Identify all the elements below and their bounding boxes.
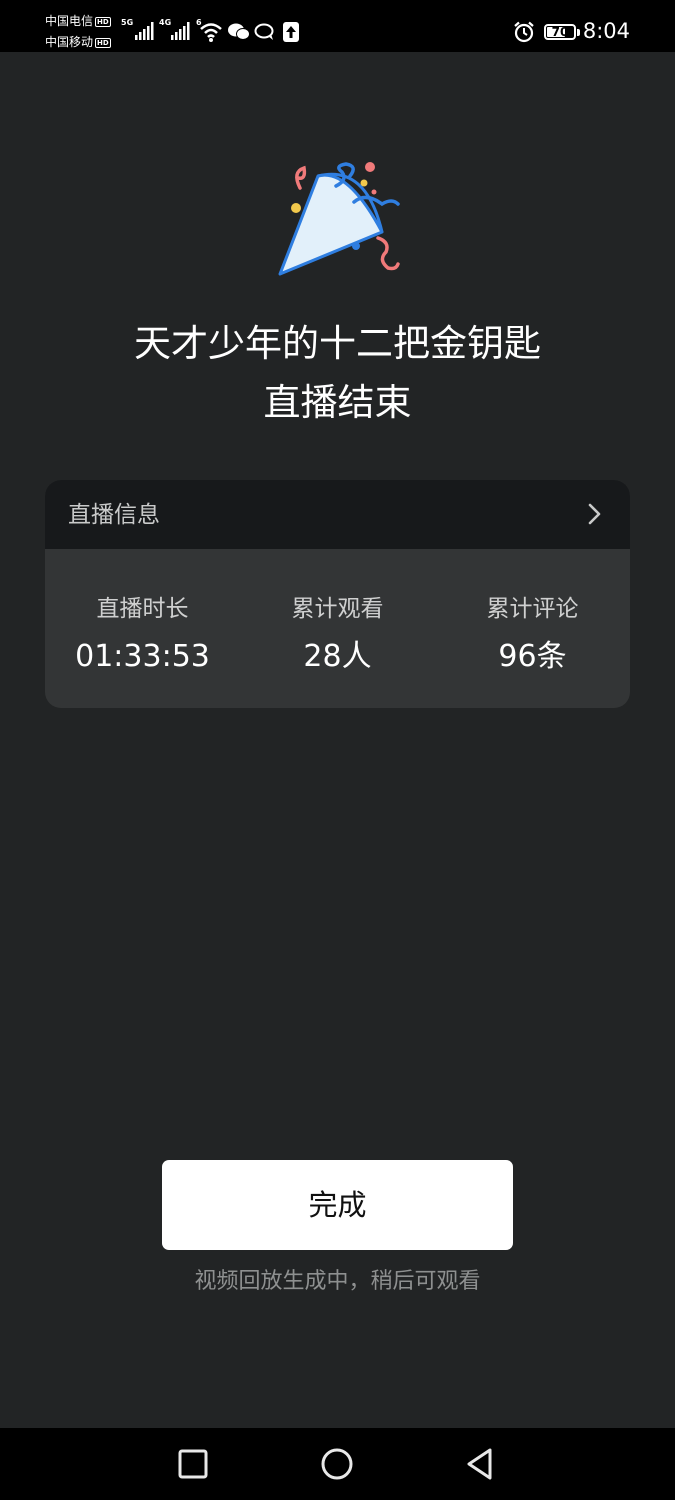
- network-type-label: 5G: [121, 18, 134, 27]
- done-button[interactable]: 完成: [162, 1160, 513, 1250]
- signal-icon: 4G: [159, 18, 195, 46]
- battery-percent: 70: [551, 25, 569, 39]
- carrier-2: 中国移动 HD: [45, 35, 111, 49]
- hd-badge: HD: [95, 38, 111, 48]
- battery-tip: [577, 29, 580, 36]
- recent-apps-icon[interactable]: [175, 1446, 211, 1482]
- signal-icon: 5G: [121, 18, 157, 46]
- stat-label: 累计评论: [486, 596, 579, 622]
- battery-icon: 70: [544, 24, 576, 40]
- carrier-1: 中国电信 HD: [45, 14, 111, 28]
- stat-value: 28人: [303, 639, 372, 674]
- status-bar: 中国电信 HD 中国移动 HD 5G 4G 6 70 8:04: [0, 0, 675, 52]
- party-popper-icon: [278, 162, 400, 276]
- stat-duration: 直播时长 01:33:53: [45, 595, 240, 675]
- clock: 8:04: [582, 19, 630, 43]
- alarm-icon: [514, 21, 534, 43]
- page-subtitle: 直播结束: [263, 381, 412, 424]
- carrier-2-label: 中国移动: [45, 35, 94, 49]
- replay-hint: 视频回放生成中，稍后可观看: [194, 1269, 481, 1294]
- home-icon[interactable]: [319, 1446, 355, 1482]
- live-info-label: 直播信息: [68, 502, 160, 528]
- upload-icon: [283, 22, 299, 42]
- network-type-label: 4G: [159, 18, 172, 27]
- wifi-icon: 6: [196, 18, 226, 48]
- back-icon[interactable]: [462, 1446, 498, 1482]
- live-info-header[interactable]: 直播信息: [45, 480, 630, 549]
- wifi-generation-label: 6: [196, 18, 202, 27]
- carrier-1-label: 中国电信: [45, 14, 94, 28]
- stat-comments: 累计评论 96条: [435, 595, 630, 675]
- wechat-icon: [228, 23, 250, 40]
- stat-viewers: 累计观看 28人: [240, 595, 435, 675]
- hd-badge: HD: [95, 17, 111, 27]
- chevron-right-icon[interactable]: [587, 502, 603, 526]
- page-title: 天才少年的十二把金钥匙: [134, 322, 541, 365]
- navigation-bar: [0, 1428, 675, 1500]
- stat-label: 累计观看: [291, 596, 384, 622]
- stat-label: 直播时长: [96, 596, 189, 622]
- stat-value: 96条: [498, 639, 567, 674]
- stat-value: 01:33:53: [75, 639, 210, 674]
- message-icon: [254, 23, 274, 40]
